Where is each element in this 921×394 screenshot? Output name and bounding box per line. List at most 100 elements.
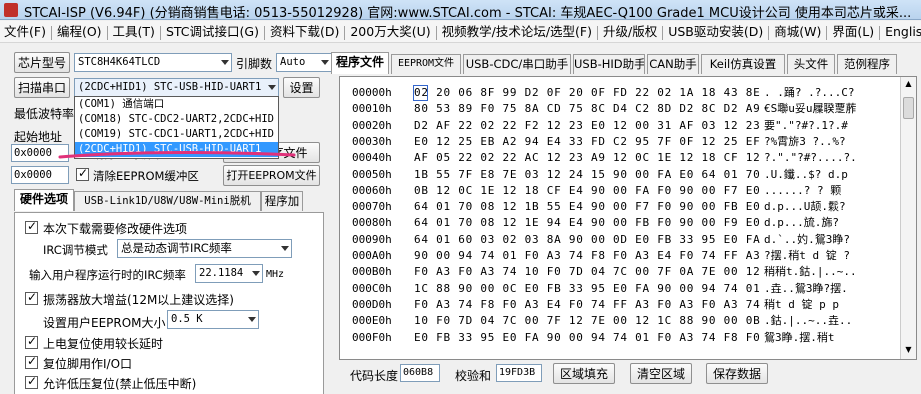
scan-port-button[interactable]: 扫描串口 — [14, 77, 70, 98]
menu-tools[interactable]: 工具(T) — [109, 21, 159, 43]
tab-examples[interactable]: 范例程序 — [837, 54, 897, 74]
chevron-down-icon — [221, 60, 229, 65]
menu-interface[interactable]: 界面(L) — [828, 21, 878, 43]
power-on-delay-checkbox[interactable] — [25, 334, 38, 349]
menu-separator — [879, 25, 881, 40]
tab-program-encrypt[interactable]: 程序加 — [261, 191, 303, 211]
eeprom-size-label: 设置用户EEPROM大小 — [43, 316, 166, 330]
menu-upgrade[interactable]: 升级/版权 — [599, 21, 661, 43]
tab-usb-cdc[interactable]: USB-CDC/串口助手 — [463, 54, 571, 74]
hex-ascii: ?摆.稍t d 锭 ? — [764, 249, 850, 262]
irc-mode-select[interactable]: 总是动态调节IRC频率 — [117, 239, 292, 258]
menu-mall[interactable]: 商城(W) — [770, 21, 825, 43]
tab-header-file[interactable]: 头文件 — [787, 54, 835, 74]
hex-bytes: F0 A3 74 F8 F0 A3 E4 F0 74 FF A3 F0 A3 F… — [414, 297, 761, 311]
reset-pin-io-checkbox[interactable] — [25, 354, 38, 369]
pins-select[interactable]: Auto — [276, 53, 332, 72]
hex-row: 00010h 80 53 89 F0 75 8A CD 75 8C D4 C2 8… — [340, 101, 916, 117]
tab-hardware-options[interactable]: 硬件选项 — [14, 189, 74, 211]
hex-bytes: F0 A3 F0 A3 74 10 F0 7D 04 7C 00 7F 0A 7… — [414, 265, 761, 279]
hex-address: 000C0h — [352, 281, 392, 295]
menu-debug[interactable]: STC调试接口(G) — [162, 21, 263, 43]
open-eeprom-file-button[interactable]: 打开EEPROM文件 — [223, 165, 320, 186]
hex-ascii: €S壣u妥u屧聧覂葄 — [764, 102, 857, 116]
hex-bytes: E0 12 25 EB A2 94 E4 33 FD C2 95 7F 0F 1… — [414, 134, 761, 148]
irc-frequency-select[interactable]: 22.1184 — [195, 264, 263, 283]
low-voltage-reset-checkbox[interactable] — [25, 374, 38, 389]
chip-model-select[interactable]: STC8H4K64TLCD — [74, 53, 232, 72]
hex-row: 00060h 0B 12 0C 1E 12 18 CF E4 90 00 FA F… — [340, 183, 916, 199]
menu-usb-driver[interactable]: USB驱动安装(D) — [664, 21, 767, 43]
hex-row: 00050h 1B 55 7F E8 7E 03 12 24 15 90 00 F… — [340, 167, 916, 183]
pins-label: 引脚数 — [236, 57, 273, 71]
hex-ascii: 稍t d 锭 p p — [764, 297, 839, 311]
fill-area-button[interactable]: 区域填充 — [553, 363, 615, 384]
scroll-thumb[interactable] — [903, 97, 914, 119]
hex-bytes: AF 05 22 02 22 AC 12 23 A9 12 0C 1E 12 1… — [414, 151, 761, 165]
chip-model-value: STC8H4K64TLCD — [78, 56, 161, 68]
hex-row: 00040h AF 05 22 02 22 AC 12 23 A9 12 0C 1… — [340, 150, 916, 166]
hex-bytes: 0B 12 0C 1E 12 18 CF E4 90 00 FA F0 90 0… — [414, 183, 761, 197]
dropdown-item[interactable]: (COM19) STC-CDC1-UART1,2CDC+HID — [75, 127, 278, 142]
menu-separator — [826, 25, 828, 40]
modify-hw-options-checkbox[interactable] — [25, 219, 38, 234]
reset-pin-io-label: 复位脚用作I/O口 — [43, 357, 133, 371]
tab-usb-hid[interactable]: USB-HID助手 — [573, 54, 645, 74]
menu-video[interactable]: 视频教学/技术论坛/选型(F) — [438, 21, 596, 43]
hex-bytes: 64 01 60 03 02 03 8A 90 00 0D E0 FB 33 9… — [414, 232, 761, 246]
chevron-down-icon — [252, 271, 260, 276]
settings-button[interactable]: 设置 — [283, 77, 320, 98]
hex-cursor — [413, 85, 428, 101]
clear-eeprom-buffer-label: 清除EEPROM缓冲区 — [93, 169, 199, 183]
port-value: (2CDC+HID1) STC-USB-HID-UART1 — [78, 81, 262, 93]
clear-eeprom-buffer-checkbox[interactable] — [76, 166, 89, 181]
annotation-underline — [58, 151, 296, 159]
irc-frequency-label: 输入用户程序运行时的IRC频率 — [29, 268, 186, 282]
hex-address: 00080h — [352, 216, 392, 230]
hex-address: 00000h — [352, 86, 392, 99]
scroll-up-icon[interactable]: ▲ — [903, 79, 914, 89]
oscillator-gain-checkbox[interactable] — [25, 290, 38, 305]
tab-usb-link[interactable]: USB-Link1D/U8W/U8W-Mini脱机 — [74, 191, 261, 211]
chevron-down-icon — [321, 60, 329, 65]
hex-address: 00070h — [352, 200, 392, 214]
eeprom-address-input[interactable]: 0x0000 — [11, 166, 69, 184]
hex-row: 00070h 64 01 70 08 12 1B 55 E4 90 00 F7 F… — [340, 199, 916, 215]
tab-can[interactable]: CAN助手 — [647, 54, 699, 74]
eeprom-size-select[interactable]: 0.5 K — [167, 310, 259, 329]
scroll-down-icon[interactable]: ▼ — [903, 345, 914, 355]
port-select[interactable]: (2CDC+HID1) STC-USB-HID-UART1 — [74, 78, 279, 97]
dropdown-item[interactable]: (COM1) 通信端口 — [75, 97, 278, 112]
hex-bytes: 1B 55 7F E8 7E 03 12 24 15 90 00 FA E0 6… — [414, 167, 761, 181]
hex-row: 00030h E0 12 25 EB A2 94 E4 33 FD C2 95 7… — [340, 134, 916, 150]
hex-address: 000A0h — [352, 249, 392, 262]
hex-view[interactable]: 00000h 02 20 06 8F 99 D2 0F 20 0F FD 22 0… — [339, 76, 917, 360]
chevron-down-icon — [248, 317, 256, 322]
tab-program-file[interactable]: 程序文件 — [331, 52, 389, 74]
menu-english[interactable]: English — [881, 21, 921, 43]
hex-row: 000E0h 10 F0 7D 04 7C 00 7F 12 7E 00 12 1… — [340, 313, 916, 329]
tab-eeprom-file[interactable]: EEPROM文件 — [391, 54, 461, 74]
app-icon — [4, 3, 18, 17]
menu-program[interactable]: 编程(O) — [53, 21, 106, 43]
hex-address: 00030h — [352, 134, 392, 148]
pins-value: Auto — [280, 56, 306, 68]
save-data-button[interactable]: 保存数据 — [706, 363, 768, 384]
hardware-options-panel: 本次下载需要修改硬件选项 IRC调节模式 总是动态调节IRC频率 输入用户程序运… — [14, 212, 324, 394]
chip-model-button[interactable]: 芯片型号 — [14, 52, 70, 73]
clear-area-button[interactable]: 清空区域 — [630, 363, 692, 384]
menu-separator — [768, 25, 770, 40]
hex-scrollbar[interactable]: ▲ ▼ — [900, 77, 916, 359]
menu-prize[interactable]: 200万大奖(U) — [346, 21, 434, 43]
menu-download[interactable]: 资料下载(D) — [266, 21, 343, 43]
menu-file[interactable]: 文件(F) — [0, 21, 50, 43]
hex-row: 00080h 64 01 70 08 12 1E 94 E4 90 00 FB F… — [340, 215, 916, 231]
hex-bytes: 10 F0 7D 04 7C 00 7F 12 7E 00 12 1C 88 9… — [414, 314, 761, 328]
tab-keil[interactable]: Keil仿真设置 — [701, 54, 785, 74]
code-length-value: 060B8 — [400, 364, 440, 382]
frequency-unit: MHz — [266, 269, 285, 280]
chevron-down-icon — [268, 85, 276, 90]
hex-ascii: ......? ? 颗 — [764, 183, 842, 197]
dropdown-item[interactable]: (COM18) STC-CDC2-UART2,2CDC+HID — [75, 112, 278, 127]
hex-bytes: 1C 88 90 00 0C E0 FB 33 95 E0 FA 90 00 9… — [414, 281, 761, 295]
